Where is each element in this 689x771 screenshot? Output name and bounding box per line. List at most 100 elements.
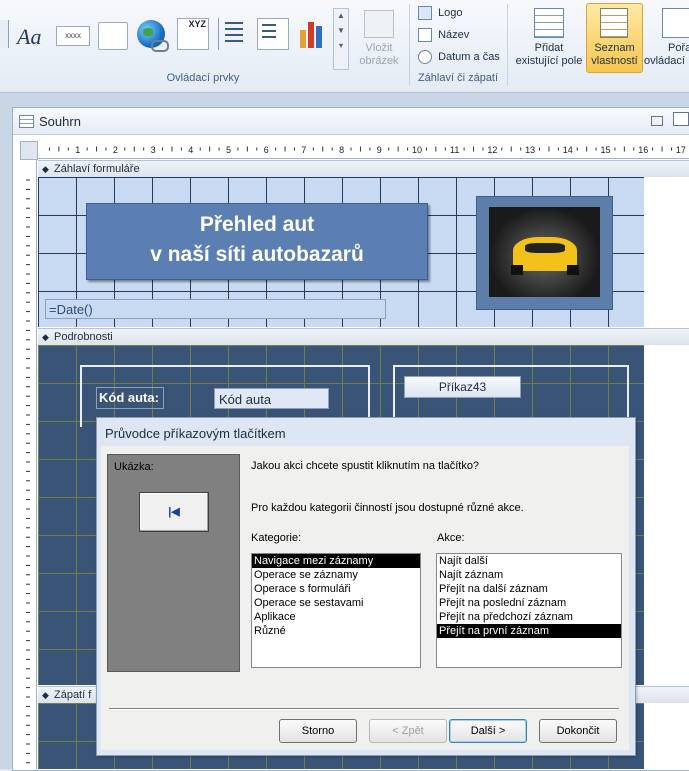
question-text: Jakou akci chcete spustit kliknutím na t… <box>251 460 480 472</box>
category-item[interactable]: Různé <box>252 624 420 638</box>
sample-button-preview: |◀ <box>139 492 209 532</box>
date-textbox[interactable]: =Date() <box>45 299 386 319</box>
detail-band-label: Podrobnosti <box>53 331 113 343</box>
property-sheet-icon <box>600 8 628 38</box>
insert-image-label-1: Vložit <box>365 42 393 54</box>
cancel-button[interactable]: Storno <box>279 719 357 743</box>
controls-group-label: Ovládací prvky <box>166 72 240 84</box>
ruler-number: 17 <box>676 145 686 155</box>
car-wheel-left <box>511 265 523 275</box>
ruler-number: 4 <box>188 145 193 155</box>
option-group-icon[interactable]: XYZ <box>177 18 209 50</box>
band-arrow-icon: ◆ <box>42 690 49 700</box>
minimize-button[interactable] <box>651 116 663 126</box>
car-code-label[interactable]: Kód auta: <box>96 387 164 409</box>
textbox-control-icon[interactable]: xxxx <box>56 26 90 46</box>
category-item[interactable]: Operace se sestavami <box>252 596 420 610</box>
title-icon <box>418 28 432 42</box>
list-box-icon[interactable] <box>218 18 247 50</box>
add-existing-fields-button[interactable]: Přidat existující pole <box>512 4 586 70</box>
band-arrow-icon: ◆ <box>42 164 49 174</box>
logo-icon <box>418 6 432 20</box>
tab-order-label-1: Pořa <box>668 42 689 54</box>
action-item[interactable]: Přejít na předchozí záznam <box>437 610 621 624</box>
title-label: Název <box>438 29 470 41</box>
form-footer-band-label: Zápatí f <box>53 689 92 701</box>
property-sheet-label-1: Seznam <box>594 42 635 54</box>
categories-label: Kategorie: <box>251 532 302 544</box>
next-button[interactable]: Další > <box>449 719 527 743</box>
title-line-2: v naší síti autobazarů <box>150 243 364 266</box>
band-arrow-icon: ◆ <box>42 332 49 342</box>
info-text: Pro každou kategorii činností jsou dostu… <box>251 502 524 514</box>
category-item[interactable]: Navigace mezi záznamy <box>252 554 420 568</box>
action-item[interactable]: Najít další <box>437 554 621 568</box>
ruler-number: 15 <box>600 145 610 155</box>
form-icon <box>19 115 34 128</box>
detail-band[interactable]: ◆ Podrobnosti <box>38 328 689 346</box>
tab-order-label-2: ovládací <box>644 55 685 67</box>
sample-panel: Ukázka: |◀ <box>107 454 240 672</box>
action-item[interactable]: Přejít na první záznam <box>437 624 621 638</box>
ruler-number: 11 <box>450 145 459 155</box>
insert-image-button[interactable]: Vložit obrázek <box>352 6 406 70</box>
category-item[interactable]: Operace se záznamy <box>252 568 420 582</box>
date-time-button[interactable]: Datum a čas <box>418 50 508 66</box>
restore-button[interactable] <box>673 112 689 126</box>
command-button-control[interactable]: Příkaz43 <box>404 376 521 398</box>
partial-control-icon[interactable] <box>0 20 9 48</box>
title-line-1: Přehled aut <box>199 213 315 236</box>
title-button[interactable]: Název <box>418 28 508 44</box>
ruler-number: 9 <box>377 145 382 155</box>
add-field-label-2: existující pole <box>515 55 583 67</box>
category-item[interactable]: Operace s formuláři <box>252 582 420 596</box>
title-label-box[interactable]: Přehled aut v naší síti autobazarů <box>86 203 428 280</box>
ruler-number: 10 <box>412 145 422 155</box>
ruler-number: 3 <box>151 145 156 155</box>
dialog-divider <box>109 708 619 710</box>
horizontal-ruler: 1 2 3 4 5 6 7 8 9 10 11 12 13 14 15 16 17 <box>38 141 689 159</box>
combo-box-icon[interactable] <box>257 18 289 50</box>
category-item[interactable]: Aplikace <box>252 610 420 624</box>
ruler-number: 7 <box>301 145 306 155</box>
action-item[interactable]: Přejít na další záznam <box>437 582 621 596</box>
dialog-title: Průvodce příkazovým tlačítkem <box>105 426 286 441</box>
action-item[interactable]: Přejít na poslední záznam <box>437 596 621 610</box>
finish-button[interactable]: Dokončit <box>539 719 617 743</box>
ruler-ticks: 1 2 3 4 5 6 7 8 9 10 11 12 13 14 15 16 17 <box>48 145 686 155</box>
ruler-number: 5 <box>226 145 231 155</box>
logo-button[interactable]: Logo <box>418 6 508 22</box>
property-sheet-button[interactable]: Seznam vlastností <box>586 3 643 73</box>
date-time-label: Datum a čas <box>438 51 500 63</box>
gallery-scroll[interactable]: ▲ ▼ ▾ <box>333 8 349 70</box>
ruler-number: 8 <box>339 145 344 155</box>
ruler-number: 1 <box>75 145 80 155</box>
form-header-band[interactable]: ◆ Záhlaví formuláře <box>38 160 689 178</box>
categories-listbox[interactable]: Navigace mezi záznamy Operace se záznamy O… <box>251 553 421 668</box>
actions-listbox[interactable]: Najít další Najít záznam Přejít na další z… <box>436 553 622 668</box>
form-header-empty-area <box>644 177 689 327</box>
dialog-body: Ukázka: |◀ Jakou akci chcete spustit kli… <box>101 446 629 750</box>
tab-order-icon <box>662 8 689 38</box>
back-button[interactable]: < Zpět <box>369 719 447 743</box>
calendar-icon <box>418 50 432 64</box>
form-header-band-label: Záhlaví formuláře <box>53 163 140 175</box>
hyperlink-globe-icon[interactable] <box>137 20 169 52</box>
ruler-corner <box>20 141 38 160</box>
vertical-ruler <box>20 160 37 769</box>
footer-empty-area <box>644 703 689 769</box>
label-control-icon[interactable]: Aa <box>17 22 51 52</box>
header-footer-group-label: Záhlaví či zápatí <box>417 72 499 84</box>
group-separator <box>507 4 508 86</box>
chart-icon[interactable] <box>297 18 329 50</box>
action-item[interactable]: Najít záznam <box>437 568 621 582</box>
form-title-bar: Souhrn <box>13 108 689 135</box>
car-wheel-right <box>567 265 579 275</box>
car-code-field[interactable]: Kód auta <box>214 388 329 409</box>
car-image[interactable] <box>476 196 613 310</box>
ribbon: Aa xxxx XYZ ▲ ▼ ▾ Vložit obrázek Ovládac… <box>0 0 689 93</box>
add-field-label-1: Přidat <box>534 42 564 54</box>
insert-image-label-2: obrázek <box>359 55 399 67</box>
tab-control-icon[interactable] <box>98 22 128 50</box>
tab-order-button[interactable]: Pořa ovládací <box>642 4 689 70</box>
